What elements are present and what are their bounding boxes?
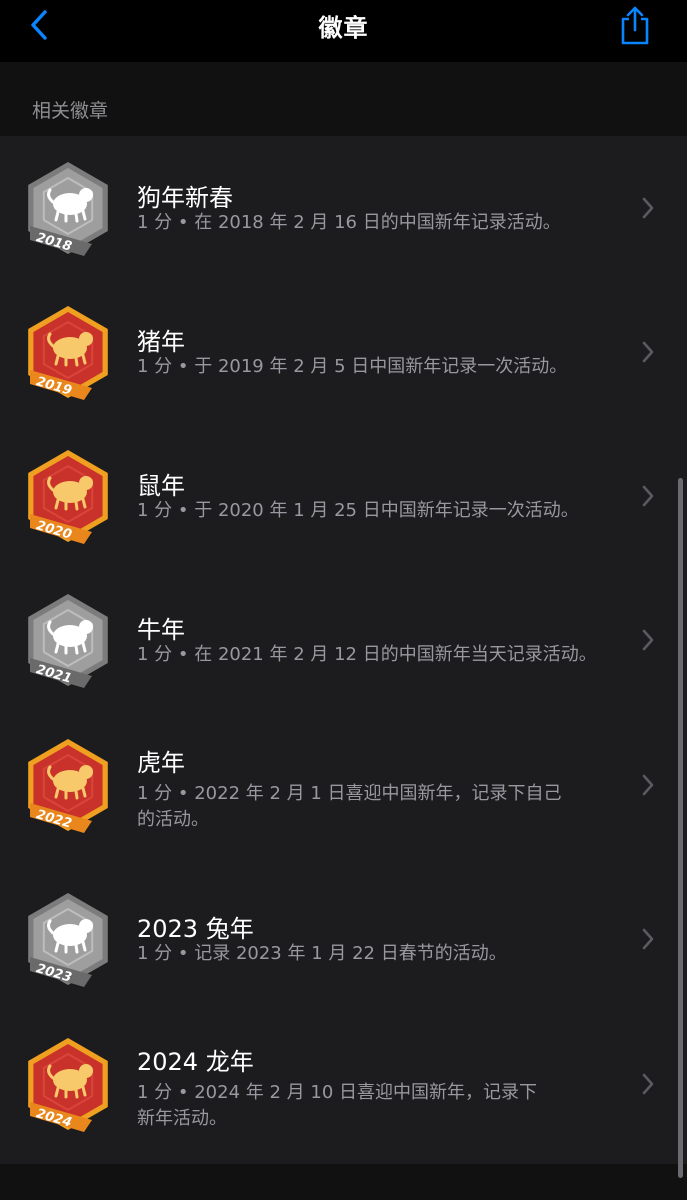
badge-description-line: 新年活动。 [137, 1108, 227, 1129]
badge-description-line: 1 分 • 2022 年 2 月 1 日喜迎中国新年，记录下自己 [137, 783, 562, 804]
badge-title: 虎年 [137, 749, 185, 777]
badge-medal: 2022 [28, 739, 108, 833]
badge-description: 1 分 • 于 2019 年 2 月 5 日中国新年记录一次活动。 [137, 354, 637, 380]
badge-title: 狗年新春 [137, 184, 233, 212]
badge-medal: 2018 [28, 162, 108, 256]
badge-medal: 2020 [28, 450, 108, 544]
badge-row[interactable]: 2021 牛年 1 分 • 在 2021 年 2 月 12 日的中国新年当天记录活动… [0, 568, 687, 712]
badge-description-line: 的活动。 [137, 809, 209, 830]
chevron-right-icon [642, 485, 654, 507]
badge-description-line: 1 分 • 于 2019 年 2 月 5 日中国新年记录一次活动。 [137, 356, 568, 377]
badge-row[interactable]: 2019 猪年 1 分 • 于 2019 年 2 月 5 日中国新年记录一次活动。 [0, 280, 687, 424]
chevron-right-icon [642, 341, 654, 363]
chevron-right-icon [642, 774, 654, 796]
chevron-right-icon [642, 197, 654, 219]
badge-list: 2018 狗年新春 1 分 • 在 2018 年 2 月 16 日的中国新年记录活动… [0, 136, 687, 1164]
chevron-right-icon [642, 1073, 654, 1095]
badge-description-line: 1 分 • 在 2018 年 2 月 16 日的中国新年记录活动。 [137, 212, 561, 233]
badge-description-line: 1 分 • 2024 年 2 月 10 日喜迎中国新年，记录下 [137, 1082, 538, 1103]
badge-description: 1 分 • 在 2018 年 2 月 16 日的中国新年记录活动。 [137, 210, 637, 236]
share-icon [621, 6, 649, 45]
chevron-right-icon [642, 629, 654, 651]
badge-row[interactable]: 2018 狗年新春 1 分 • 在 2018 年 2 月 16 日的中国新年记录活动… [0, 136, 687, 280]
badge-description: 1 分 • 记录 2023 年 1 月 22 日春节的活动。 [137, 941, 637, 967]
chevron-right-icon [642, 928, 654, 950]
badge-description: 1 分 • 2022 年 2 月 1 日喜迎中国新年，记录下自己 的活动。 [137, 781, 637, 833]
badge-title: 牛年 [137, 616, 185, 644]
badge-description-line: 1 分 • 在 2021 年 2 月 12 日的中国新年当天记录活动。 [137, 644, 597, 665]
navigation-bar: 徽章 [0, 0, 687, 62]
share-button[interactable] [614, 4, 656, 46]
badge-medal: 2019 [28, 306, 108, 400]
badge-row[interactable]: 2024 2024 龙年 1 分 • 2024 年 2 月 10 日喜迎中国新年，记… [0, 1012, 687, 1156]
badge-title: 鼠年 [137, 472, 185, 500]
section-header: 相关徽章 [32, 100, 109, 122]
scroll-indicator[interactable] [678, 478, 683, 1178]
badge-title: 2023 兔年 [137, 915, 254, 943]
badge-description-line: 1 分 • 于 2020 年 1 月 25 日中国新年记录一次活动。 [137, 500, 579, 521]
badge-row[interactable]: 2020 鼠年 1 分 • 于 2020 年 1 月 25 日中国新年记录一次活动。 [0, 424, 687, 568]
badge-medal: 2024 [28, 1038, 108, 1132]
badge-medal: 2021 [28, 594, 108, 688]
page-title: 徽章 [318, 14, 369, 42]
badge-medal: 2023 [28, 893, 108, 987]
badge-title: 2024 龙年 [137, 1048, 254, 1076]
badge-title: 猪年 [137, 328, 185, 356]
badge-row[interactable]: 2023 2023 兔年 1 分 • 记录 2023 年 1 月 22 日春节的活动… [0, 867, 687, 1011]
badge-row[interactable]: 2022 虎年 1 分 • 2022 年 2 月 1 日喜迎中国新年，记录下自己 的活… [0, 713, 687, 857]
badge-description: 1 分 • 于 2020 年 1 月 25 日中国新年记录一次活动。 [137, 498, 637, 524]
badge-description-line: 1 分 • 记录 2023 年 1 月 22 日春节的活动。 [137, 943, 507, 964]
badge-description: 1 分 • 2024 年 2 月 10 日喜迎中国新年，记录下 新年活动。 [137, 1080, 637, 1132]
badge-description: 1 分 • 在 2021 年 2 月 12 日的中国新年当天记录活动。 [137, 642, 637, 668]
